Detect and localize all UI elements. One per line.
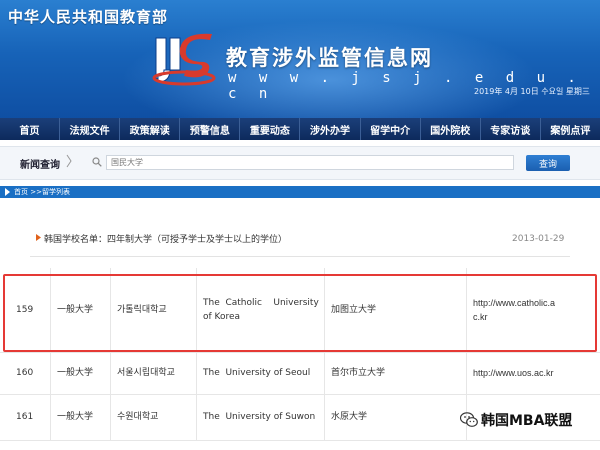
highlight-box xyxy=(3,274,597,352)
english-name: The University of Suwon xyxy=(196,394,324,440)
watermark: 韩国MBA联盟 xyxy=(460,409,572,431)
breadcrumb-text[interactable]: 首页 >>留学列表 xyxy=(14,187,70,197)
korean-name: 수원대학교 xyxy=(110,394,196,440)
current-date: 2019年 4月 10日 수요일 星期三 xyxy=(474,87,590,96)
site-title: 教育涉外监管信息网 xyxy=(226,46,433,70)
article-date: 2013-01-29 xyxy=(512,234,565,244)
breadcrumb: 首页 >>留学列表 xyxy=(0,186,600,198)
search-icon xyxy=(92,157,102,167)
search-bar: 新闻查询 查询 xyxy=(0,146,600,180)
ministry-name[interactable]: 中华人民共和国教育部 xyxy=(8,6,168,27)
chinese-name: 水原大学 xyxy=(324,394,466,440)
divider xyxy=(30,256,570,257)
nav-item-study-agency[interactable]: 留学中介 xyxy=(361,118,421,140)
website-link[interactable]: http://www.uos.ac.kr xyxy=(466,352,576,394)
english-name: The University of Seoul xyxy=(196,352,324,394)
nav-item-foreign-universities[interactable]: 国外院校 xyxy=(421,118,481,140)
row-number: 160 xyxy=(16,367,34,378)
nav-item-regulations[interactable]: 法规文件 xyxy=(60,118,121,140)
bullet-arrow-icon xyxy=(36,234,41,241)
nav-item-interviews[interactable]: 专家访谈 xyxy=(481,118,541,140)
nav-item-warnings[interactable]: 预警信息 xyxy=(180,118,241,140)
school-type: 一般大学 xyxy=(50,352,110,394)
jsj-logo-icon[interactable] xyxy=(150,28,220,94)
korean-name: 서울시립대학교 xyxy=(110,352,196,394)
watermark-text: 韩国MBA联盟 xyxy=(481,413,573,429)
table-row: 160 一般大学 서울시립대학교 The University of Seoul… xyxy=(0,352,600,395)
search-input[interactable] xyxy=(106,155,514,170)
nav-item-policy[interactable]: 政策解读 xyxy=(120,118,181,140)
search-button[interactable]: 查询 xyxy=(526,155,570,171)
chinese-name: 首尔市立大学 xyxy=(324,352,466,394)
main-nav: 首页 法规文件 政策解读 预警信息 重要动态 涉外办学 留学中介 国外院校 专家… xyxy=(0,118,600,140)
chevron-right-icon xyxy=(66,154,72,168)
nav-item-home[interactable]: 首页 xyxy=(0,118,61,140)
nav-item-foreign-schools-programs[interactable]: 涉外办学 xyxy=(300,118,361,140)
nav-item-news[interactable]: 重要动态 xyxy=(240,118,301,140)
school-type: 一般大学 xyxy=(50,394,110,440)
article-item[interactable]: 韩国学校名单：四年制大学（可授予学士及学士以上的学位） 2013-01-29 xyxy=(0,212,600,264)
news-query-label: 新闻查询 xyxy=(20,160,60,171)
wechat-icon xyxy=(460,412,478,427)
article-title[interactable]: 韩国学校名单：四年制大学（可授予学士及学士以上的学位） xyxy=(44,232,287,245)
site-header: 中华人民共和国教育部 教育涉外监管信息网 w w w . j s j . e d… xyxy=(0,0,600,118)
nav-item-cases[interactable]: 案例点评 xyxy=(541,118,600,140)
home-arrow-icon xyxy=(5,188,10,196)
row-number: 161 xyxy=(16,411,34,422)
